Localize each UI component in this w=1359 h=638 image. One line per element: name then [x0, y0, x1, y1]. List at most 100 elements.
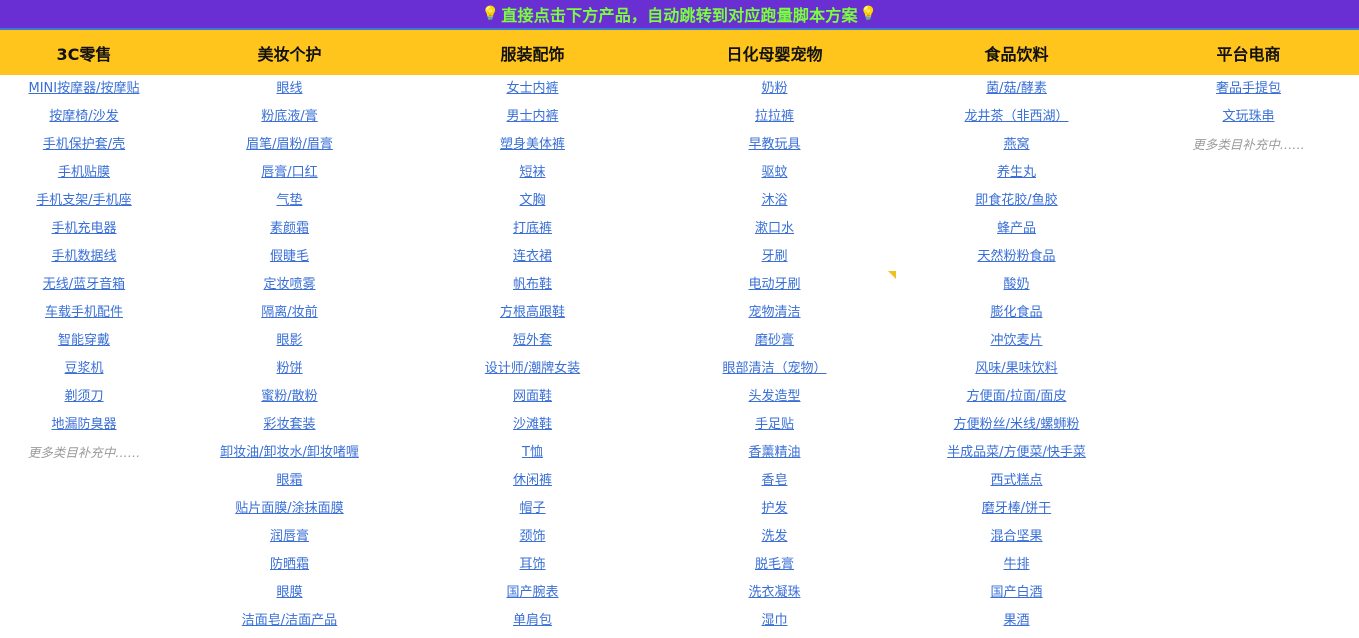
product-link[interactable]: 彩妆套装: [263, 413, 315, 441]
column-3c: MINI按摩器/按摩贴 按摩椅/沙发 手机保护套/壳 手机贴膜 手机支架/手机座 手机充电…: [0, 77, 168, 469]
product-link[interactable]: 宠物清洁: [748, 301, 800, 329]
product-link[interactable]: 漱口水: [755, 217, 794, 245]
product-link[interactable]: 豆浆机: [64, 357, 103, 385]
product-link[interactable]: 酸奶: [1003, 273, 1029, 301]
product-link[interactable]: 手机充电器: [51, 217, 116, 245]
product-link[interactable]: 冲饮麦片: [990, 329, 1042, 357]
product-link[interactable]: 奶粉: [761, 77, 787, 105]
product-link[interactable]: 短袜: [519, 161, 545, 189]
product-link[interactable]: 早教玩具: [748, 133, 800, 161]
product-link[interactable]: 电动牙刷: [748, 273, 800, 301]
product-link[interactable]: 磨牙棒/饼干: [982, 497, 1051, 525]
product-link[interactable]: 手足贴: [755, 413, 794, 441]
product-link[interactable]: 粉饼: [276, 357, 302, 385]
product-link[interactable]: 方根高跟鞋: [500, 301, 565, 329]
product-link[interactable]: 颈饰: [519, 525, 545, 553]
product-link[interactable]: 单肩包: [513, 609, 552, 637]
product-link[interactable]: 粉底液/膏: [261, 105, 317, 133]
product-link[interactable]: 头发造型: [748, 385, 800, 413]
product-link[interactable]: 设计师/潮牌女装: [485, 357, 580, 385]
product-link[interactable]: 沐浴: [761, 189, 787, 217]
product-link[interactable]: 龙井茶（非西湖）: [964, 105, 1068, 133]
product-link[interactable]: 连衣裙: [513, 245, 552, 273]
product-link[interactable]: 奢品手提包: [1216, 77, 1281, 105]
product-link[interactable]: 眼影: [276, 329, 302, 357]
product-link[interactable]: 洗衣凝珠: [748, 581, 800, 609]
product-link[interactable]: 假睫毛: [270, 245, 309, 273]
category-header: 3C零售 美妆个护 服装配饰 日化母婴宠物 食品饮料 平台电商: [0, 30, 1359, 75]
product-link[interactable]: 剃须刀: [64, 385, 103, 413]
product-link[interactable]: 沙滩鞋: [513, 413, 552, 441]
product-link[interactable]: MINI按摩器/按摩贴: [29, 77, 140, 105]
product-link[interactable]: 眼膜: [276, 581, 302, 609]
product-link[interactable]: 智能穿戴: [58, 329, 110, 357]
product-link[interactable]: 方便粉丝/米线/螺蛳粉: [954, 413, 1080, 441]
product-link[interactable]: 养生丸: [997, 161, 1036, 189]
product-link[interactable]: 湿巾: [761, 609, 787, 637]
product-link[interactable]: 半成品菜/方便菜/快手菜: [947, 441, 1086, 469]
product-link[interactable]: 磨砂膏: [755, 329, 794, 357]
product-link[interactable]: 拉拉裤: [755, 105, 794, 133]
product-link[interactable]: 帆布鞋: [513, 273, 552, 301]
product-link[interactable]: 女士内裤: [506, 77, 558, 105]
product-link[interactable]: 车载手机配件: [45, 301, 123, 329]
product-link[interactable]: 风味/果味饮料: [975, 357, 1057, 385]
product-link[interactable]: 文玩珠串: [1222, 105, 1274, 133]
product-link[interactable]: 眼霜: [276, 469, 302, 497]
product-link[interactable]: 眼线: [276, 77, 302, 105]
product-link[interactable]: 定妆喷雾: [263, 273, 315, 301]
product-link[interactable]: 气垫: [276, 189, 302, 217]
product-link[interactable]: 脱毛膏: [755, 553, 794, 581]
product-link[interactable]: 润唇膏: [270, 525, 309, 553]
more-categories-note: 更多类目补充中……: [27, 445, 141, 460]
product-link[interactable]: 休闲裤: [513, 469, 552, 497]
product-link[interactable]: 手机支架/手机座: [36, 189, 131, 217]
product-link[interactable]: 驱蚊: [761, 161, 787, 189]
product-link[interactable]: 素颜霜: [270, 217, 309, 245]
product-link[interactable]: 手机贴膜: [58, 161, 110, 189]
product-link[interactable]: 帽子: [519, 497, 545, 525]
product-link[interactable]: 隔离/妆前: [261, 301, 317, 329]
product-link[interactable]: 即食花胶/鱼胶: [975, 189, 1057, 217]
product-link[interactable]: 混合坚果: [990, 525, 1042, 553]
product-link[interactable]: 地漏防臭器: [51, 413, 116, 441]
product-link[interactable]: 燕窝: [1003, 133, 1029, 161]
product-link[interactable]: 国产腕表: [506, 581, 558, 609]
product-link[interactable]: 果酒: [1003, 609, 1029, 637]
product-link[interactable]: 膨化食品: [990, 301, 1042, 329]
product-link[interactable]: 洗发: [761, 525, 787, 553]
product-link[interactable]: 网面鞋: [513, 385, 552, 413]
product-link[interactable]: 贴片面膜/涂抹面膜: [235, 497, 343, 525]
product-link[interactable]: 男士内裤: [506, 105, 558, 133]
product-link[interactable]: 耳饰: [519, 553, 545, 581]
product-link[interactable]: 文胸: [519, 189, 545, 217]
column-beauty: 眼线 粉底液/膏 眉笔/眉粉/眉膏 唇膏/口红 气垫 素颜霜 假睫毛 定妆喷雾 隔离/妆前 眼影粉…: [168, 77, 411, 637]
product-link[interactable]: 方便面/拉面/面皮: [967, 385, 1067, 413]
product-link[interactable]: 手机保护套/壳: [43, 133, 125, 161]
product-link[interactable]: 护发: [761, 497, 787, 525]
product-link[interactable]: 菌/菇/酵素: [986, 77, 1047, 105]
product-link[interactable]: 蜜粉/散粉: [261, 385, 317, 413]
product-link[interactable]: 香皂: [761, 469, 787, 497]
product-link[interactable]: 手机数据线: [51, 245, 116, 273]
product-link[interactable]: 天然粉粉食品: [977, 245, 1055, 273]
product-link[interactable]: 唇膏/口红: [261, 161, 317, 189]
product-link[interactable]: 防晒霜: [270, 553, 309, 581]
product-link[interactable]: 西式糕点: [990, 469, 1042, 497]
product-link[interactable]: 眼部清洁（宠物）: [722, 357, 826, 385]
product-link[interactable]: 香薰精油: [748, 441, 800, 469]
product-link[interactable]: 无线/蓝牙音箱: [43, 273, 125, 301]
category-title-3c: 3C零售: [56, 44, 112, 64]
product-link[interactable]: T恤: [522, 441, 543, 469]
product-link[interactable]: 牙刷: [761, 245, 787, 273]
product-link[interactable]: 洁面皂/洁面产品: [242, 609, 337, 637]
product-link[interactable]: 眉笔/眉粉/眉膏: [246, 133, 333, 161]
product-link[interactable]: 短外套: [513, 329, 552, 357]
product-link[interactable]: 国产白酒: [990, 581, 1042, 609]
product-link[interactable]: 牛排: [1003, 553, 1029, 581]
product-link[interactable]: 塑身美体裤: [500, 133, 565, 161]
product-link[interactable]: 按摩椅/沙发: [49, 105, 118, 133]
product-link[interactable]: 打底裤: [513, 217, 552, 245]
product-link[interactable]: 卸妆油/卸妆水/卸妆啫喱: [220, 441, 359, 469]
product-link[interactable]: 蜂产品: [997, 217, 1036, 245]
